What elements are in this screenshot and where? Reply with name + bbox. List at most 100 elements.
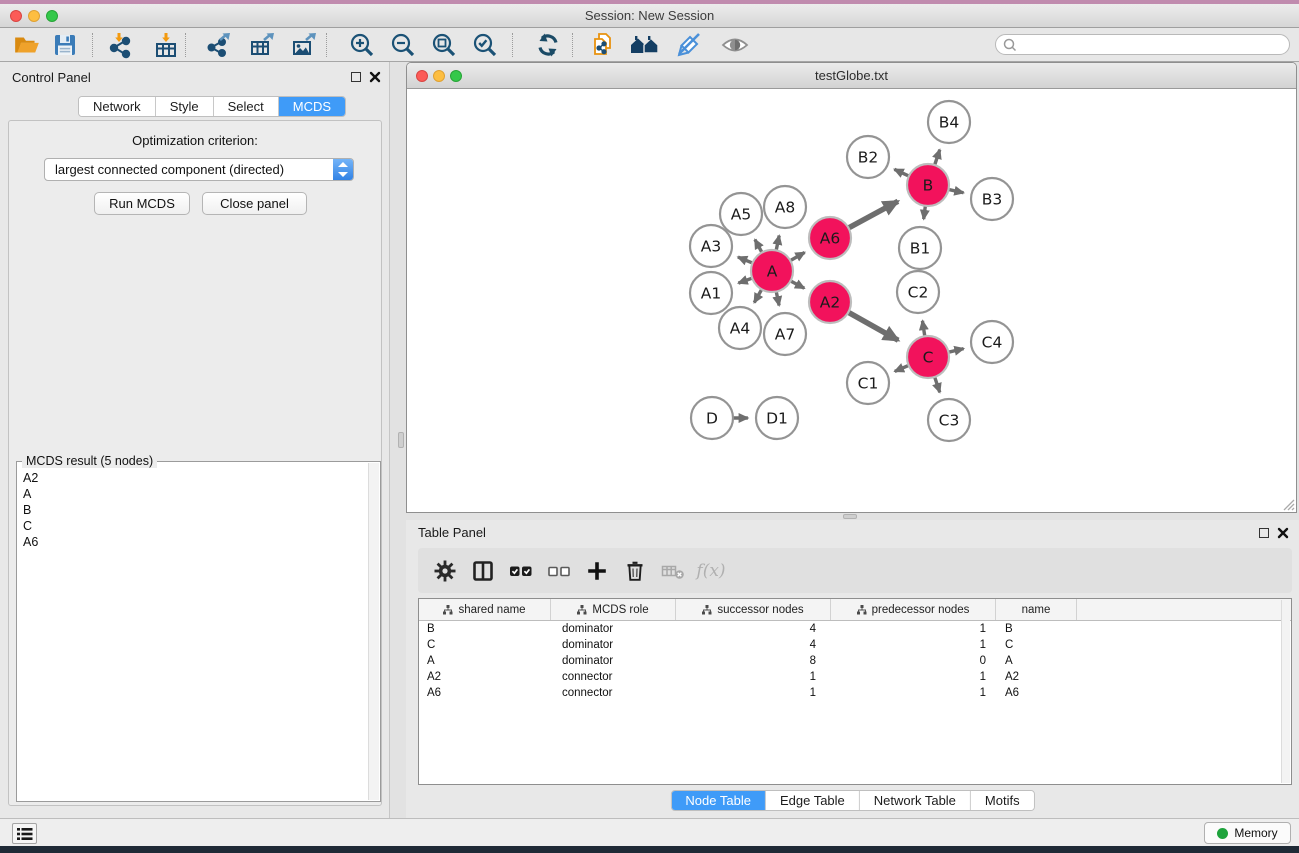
graph-node-A7[interactable]: A7	[764, 313, 806, 355]
close-panel-icon[interactable]	[1277, 527, 1289, 539]
home-view-icon[interactable]	[628, 30, 662, 60]
settings-gear-icon[interactable]	[426, 555, 464, 587]
float-panel-icon[interactable]	[1259, 528, 1269, 538]
mcds-result-item[interactable]: B	[23, 502, 367, 518]
resize-grip-icon[interactable]	[1282, 498, 1295, 511]
graph-edge-A6-B[interactable]	[847, 201, 898, 229]
close-panel-button[interactable]: Close panel	[202, 192, 307, 215]
table-row[interactable]: A6connector11A6	[419, 685, 1291, 701]
svg-text:A1: A1	[701, 284, 721, 302]
minimize-traffic-light[interactable]	[433, 70, 445, 82]
run-mcds-button[interactable]: Run MCDS	[94, 192, 190, 215]
task-history-button[interactable]	[12, 823, 37, 844]
minimize-traffic-light[interactable]	[28, 10, 40, 22]
table-row[interactable]: Adominator80A	[419, 653, 1291, 669]
graph-node-D[interactable]: D	[691, 397, 733, 439]
graph-node-C1[interactable]: C1	[847, 362, 889, 404]
graph-node-C4[interactable]: C4	[971, 321, 1013, 363]
graph-node-A[interactable]: A	[751, 250, 793, 292]
svg-text:C2: C2	[908, 283, 929, 301]
mcds-result-item[interactable]: C	[23, 518, 367, 534]
function-builder-icon[interactable]: f(x)	[692, 555, 730, 587]
graph-node-B1[interactable]: B1	[899, 227, 941, 269]
tab-network[interactable]: Network	[79, 97, 156, 116]
import-table-icon[interactable]	[149, 30, 183, 60]
vertical-splitter-handle[interactable]	[398, 432, 404, 448]
column-header-name[interactable]: name	[996, 599, 1077, 620]
tab-mcds[interactable]: MCDS	[279, 97, 345, 116]
tab-node-table[interactable]: Node Table	[671, 791, 766, 810]
memory-button[interactable]: Memory	[1204, 822, 1291, 844]
tab-motifs[interactable]: Motifs	[971, 791, 1034, 810]
graph-node-A8[interactable]: A8	[764, 186, 806, 228]
close-traffic-light[interactable]	[10, 10, 22, 22]
show-columns-icon[interactable]	[464, 555, 502, 587]
column-header-predecessor-nodes[interactable]: predecessor nodes	[831, 599, 996, 620]
table-scrollbar[interactable]	[1281, 600, 1290, 783]
export-table-icon[interactable]	[245, 30, 279, 60]
mcds-result-item[interactable]: A6	[23, 534, 367, 550]
graph-edge-A2-C[interactable]	[847, 311, 899, 340]
open-session-icon[interactable]	[10, 30, 44, 60]
graph-node-B[interactable]: B	[907, 164, 949, 206]
maximize-traffic-light[interactable]	[46, 10, 58, 22]
graph-node-B4[interactable]: B4	[928, 101, 970, 143]
network-window-titlebar[interactable]: testGlobe.txt	[407, 63, 1296, 89]
deselect-all-checks-icon[interactable]	[540, 555, 578, 587]
zoom-selected-icon[interactable]	[468, 30, 502, 60]
graph-node-A1[interactable]: A1	[690, 272, 732, 314]
graph-node-A2[interactable]: A2	[809, 281, 851, 323]
delete-table-icon[interactable]	[654, 555, 692, 587]
graph-node-B3[interactable]: B3	[971, 178, 1013, 220]
column-header-shared-name[interactable]: shared name	[419, 599, 551, 620]
graph-node-A5[interactable]: A5	[720, 193, 762, 235]
mcds-result-item[interactable]: A2	[23, 470, 367, 486]
close-traffic-light[interactable]	[416, 70, 428, 82]
graph-node-C2[interactable]: C2	[897, 271, 939, 313]
horizontal-splitter-handle[interactable]	[843, 514, 857, 519]
apply-layout-icon[interactable]	[531, 30, 565, 60]
status-bar: Memory	[0, 818, 1299, 846]
show-details-eye-icon[interactable]	[718, 30, 752, 60]
graph-node-A6[interactable]: A6	[809, 217, 851, 259]
export-image-icon[interactable]	[287, 30, 321, 60]
graph-node-A3[interactable]: A3	[690, 225, 732, 267]
close-panel-icon[interactable]	[369, 71, 381, 83]
graph-node-B2[interactable]: B2	[847, 136, 889, 178]
table-row[interactable]: A2connector11A2	[419, 669, 1291, 685]
column-header-successor-nodes[interactable]: successor nodes	[676, 599, 831, 620]
graph-node-C3[interactable]: C3	[928, 399, 970, 441]
zoom-out-icon[interactable]	[386, 30, 420, 60]
search-input[interactable]	[1018, 36, 1289, 53]
zoom-fit-icon[interactable]	[427, 30, 461, 60]
table-row[interactable]: Cdominator41C	[419, 637, 1291, 653]
control-panel-title: Control Panel	[12, 70, 91, 85]
add-column-icon[interactable]	[578, 555, 616, 587]
import-network-icon[interactable]	[104, 30, 138, 60]
export-network-icon[interactable]	[202, 30, 236, 60]
graph-node-A4[interactable]: A4	[719, 307, 761, 349]
search-box[interactable]	[995, 34, 1290, 55]
tab-network-table[interactable]: Network Table	[860, 791, 971, 810]
result-scrollbar[interactable]	[368, 463, 379, 800]
network-canvas[interactable]: A A1 A2 A3 A4 A5 A6 A7 A8 B B1 B2 B3B4 C C1 C2 C3C4 D D1	[407, 89, 1296, 513]
select-all-checks-icon[interactable]	[502, 555, 540, 587]
svg-text:A7: A7	[775, 325, 795, 343]
tab-edge-table[interactable]: Edge Table	[766, 791, 860, 810]
hide-annotations-icon[interactable]	[672, 30, 706, 60]
table-row[interactable]: Bdominator41B	[419, 621, 1291, 637]
delete-column-icon[interactable]	[616, 555, 654, 587]
save-session-icon[interactable]	[48, 30, 82, 60]
tab-style[interactable]: Style	[156, 97, 214, 116]
criterion-dropdown[interactable]: largest connected component (directed)	[44, 158, 354, 181]
tab-select[interactable]: Select	[214, 97, 279, 116]
column-header-MCDS-role[interactable]: MCDS role	[551, 599, 676, 620]
duplicate-network-icon[interactable]	[586, 30, 620, 60]
control-panel-header: Control Panel	[0, 62, 389, 92]
maximize-traffic-light[interactable]	[450, 70, 462, 82]
zoom-in-icon[interactable]	[345, 30, 379, 60]
graph-node-C[interactable]: C	[907, 336, 949, 378]
graph-node-D1[interactable]: D1	[756, 397, 798, 439]
float-panel-icon[interactable]	[351, 72, 361, 82]
mcds-result-item[interactable]: A	[23, 486, 367, 502]
